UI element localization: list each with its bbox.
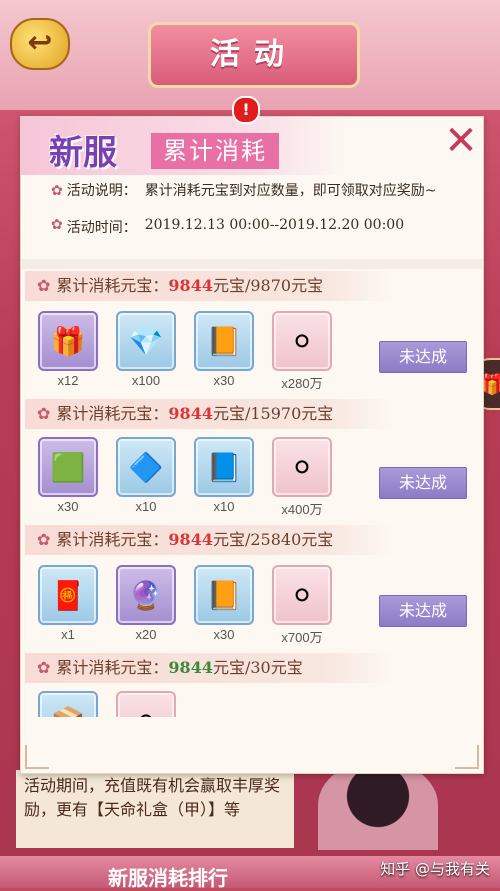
claim-status-button[interactable]: 未达成: [379, 467, 467, 499]
green-jade-icon: 🟩: [50, 450, 86, 484]
corner-ornament: [455, 745, 479, 769]
flower-icon: ✿: [37, 530, 51, 549]
blue-gems-icon: 💎: [128, 324, 164, 358]
alert-badge: !: [232, 96, 260, 124]
reward-item[interactable]: ⚪ x400万: [271, 437, 333, 518]
reward-qty: x1: [61, 627, 75, 642]
flower-icon: ✿: [51, 183, 63, 199]
reward-item[interactable]: ⚪: [115, 691, 177, 717]
book-scroll-icon: 📙: [206, 324, 242, 358]
reward-list: 📦 ⚪: [37, 691, 177, 717]
reward-qty: x100: [131, 373, 161, 388]
reward-qty: x30: [213, 627, 235, 642]
silver-coin-icon: ⚪: [290, 578, 314, 612]
tier-header: ✿ 累计消耗元宝：9844元宝/9870元宝: [25, 271, 397, 301]
activity-description: ✿ 活动说明： 累计消耗元宝到对应数量，即可领取对应奖励~: [51, 181, 461, 201]
close-x-icon: ✕: [444, 118, 478, 164]
reward-qty: x700万: [281, 630, 323, 645]
reward-item[interactable]: 🎁 x12: [37, 311, 99, 392]
flower-icon: ✿: [37, 658, 51, 677]
tier-target: 元宝/30元宝: [212, 658, 303, 677]
back-button[interactable]: ↩: [10, 18, 70, 70]
back-arrow-icon: ↩: [27, 25, 53, 60]
silver-coin-icon: ⚪: [290, 324, 314, 358]
reward-item[interactable]: 📙 x30: [193, 311, 255, 392]
reward-qty: x280万: [281, 376, 323, 391]
partial-item-icon: 📦: [40, 693, 96, 718]
treasure-chest-icon: 🎁: [50, 324, 86, 358]
reward-qty: x10: [135, 499, 157, 514]
claim-status-button[interactable]: 未达成: [379, 595, 467, 627]
silver-coin-icon: ⚪: [118, 693, 174, 718]
tier-target: 元宝/15970元宝: [212, 404, 334, 423]
reward-item[interactable]: 🔷 x10: [115, 437, 177, 518]
reward-item[interactable]: 💎 x100: [115, 311, 177, 392]
desc-label: 活动说明：: [66, 183, 137, 199]
blue-crystal-icon: 🔷: [128, 450, 164, 484]
tier-target: 元宝/9870元宝: [212, 276, 324, 295]
watermark: 知乎 @与我有关: [380, 860, 490, 878]
reward-qty: x10: [213, 499, 235, 514]
tier-target: 元宝/25840元宝: [212, 530, 334, 549]
reward-item[interactable]: 🧧 x1: [37, 565, 99, 646]
claim-status-button[interactable]: 未达成: [379, 341, 467, 373]
reward-item[interactable]: ⚪ x700万: [271, 565, 333, 646]
tier-current: 9844: [168, 658, 213, 677]
activity-time: ✿ 活动时间： 2019.12.13 00:00--2019.12.20 00:…: [51, 217, 404, 237]
flower-icon: ✿: [51, 217, 63, 233]
desc-value: 累计消耗元宝到对应数量，即可领取对应奖励~: [144, 183, 437, 199]
divider: [21, 259, 483, 269]
time-label: 活动时间：: [66, 220, 137, 236]
tier-label: 累计消耗元宝：: [56, 276, 169, 295]
purple-crystal-icon: 🔮: [128, 578, 164, 612]
reward-qty: x30: [213, 373, 235, 388]
book-scroll-icon: 📙: [206, 578, 242, 612]
close-button[interactable]: ✕: [441, 121, 481, 161]
page-title: 活动: [148, 22, 360, 88]
background-description: 活动期间，充值既有机会赢取丰厚奖励，更有【天命礼盒（甲）】等: [16, 770, 294, 848]
flower-icon: ✿: [37, 276, 51, 295]
reward-qty: x30: [57, 499, 79, 514]
dark-book-icon: 📘: [206, 450, 242, 484]
tier-header: ✿ 累计消耗元宝：9844元宝/25840元宝: [25, 525, 397, 555]
bottom-title: 新服消耗排行: [108, 866, 228, 890]
corner-ornament: [25, 745, 49, 769]
cumulative-consumption-dialog: 新服 累计消耗 ✕ ✿ 活动说明： 累计消耗元宝到对应数量，即可领取对应奖励~ …: [20, 116, 484, 774]
tier-label: 累计消耗元宝：: [56, 530, 169, 549]
reward-item[interactable]: ⚪ x280万: [271, 311, 333, 392]
reward-list: 🎁 x12 💎 x100 📙 x30 ⚪ x280万: [37, 311, 333, 392]
time-value: 2019.12.13 00:00--2019.12.20 00:00: [144, 217, 405, 233]
tier-current: 9844: [168, 530, 213, 549]
tier-label: 累计消耗元宝：: [56, 404, 169, 423]
dialog-title-sub: 累计消耗: [151, 133, 279, 169]
reward-item[interactable]: 📘 x10: [193, 437, 255, 518]
reward-item[interactable]: 📙 x30: [193, 565, 255, 646]
red-gift-box-icon: 🧧: [50, 578, 86, 612]
reward-list: 🧧 x1 🔮 x20 📙 x30 ⚪ x700万: [37, 565, 333, 646]
reward-qty: x400万: [281, 502, 323, 517]
silver-coin-icon: ⚪: [290, 450, 314, 484]
tier-current: 9844: [168, 404, 213, 423]
tier-header: ✿ 累计消耗元宝：9844元宝/15970元宝: [25, 399, 397, 429]
reward-item[interactable]: 🔮 x20: [115, 565, 177, 646]
reward-list: 🟩 x30 🔷 x10 📘 x10 ⚪ x400万: [37, 437, 333, 518]
tier-label: 累计消耗元宝：: [56, 658, 169, 677]
reward-qty: x12: [57, 373, 79, 388]
reward-qty: x20: [135, 627, 157, 642]
reward-item[interactable]: 🟩 x30: [37, 437, 99, 518]
flower-icon: ✿: [37, 404, 51, 423]
dialog-title-main: 新服: [49, 133, 117, 173]
tier-header: ✿ 累计消耗元宝：9844元宝/30元宝: [25, 653, 397, 683]
tier-current: 9844: [168, 276, 213, 295]
reward-item[interactable]: 📦: [37, 691, 99, 717]
